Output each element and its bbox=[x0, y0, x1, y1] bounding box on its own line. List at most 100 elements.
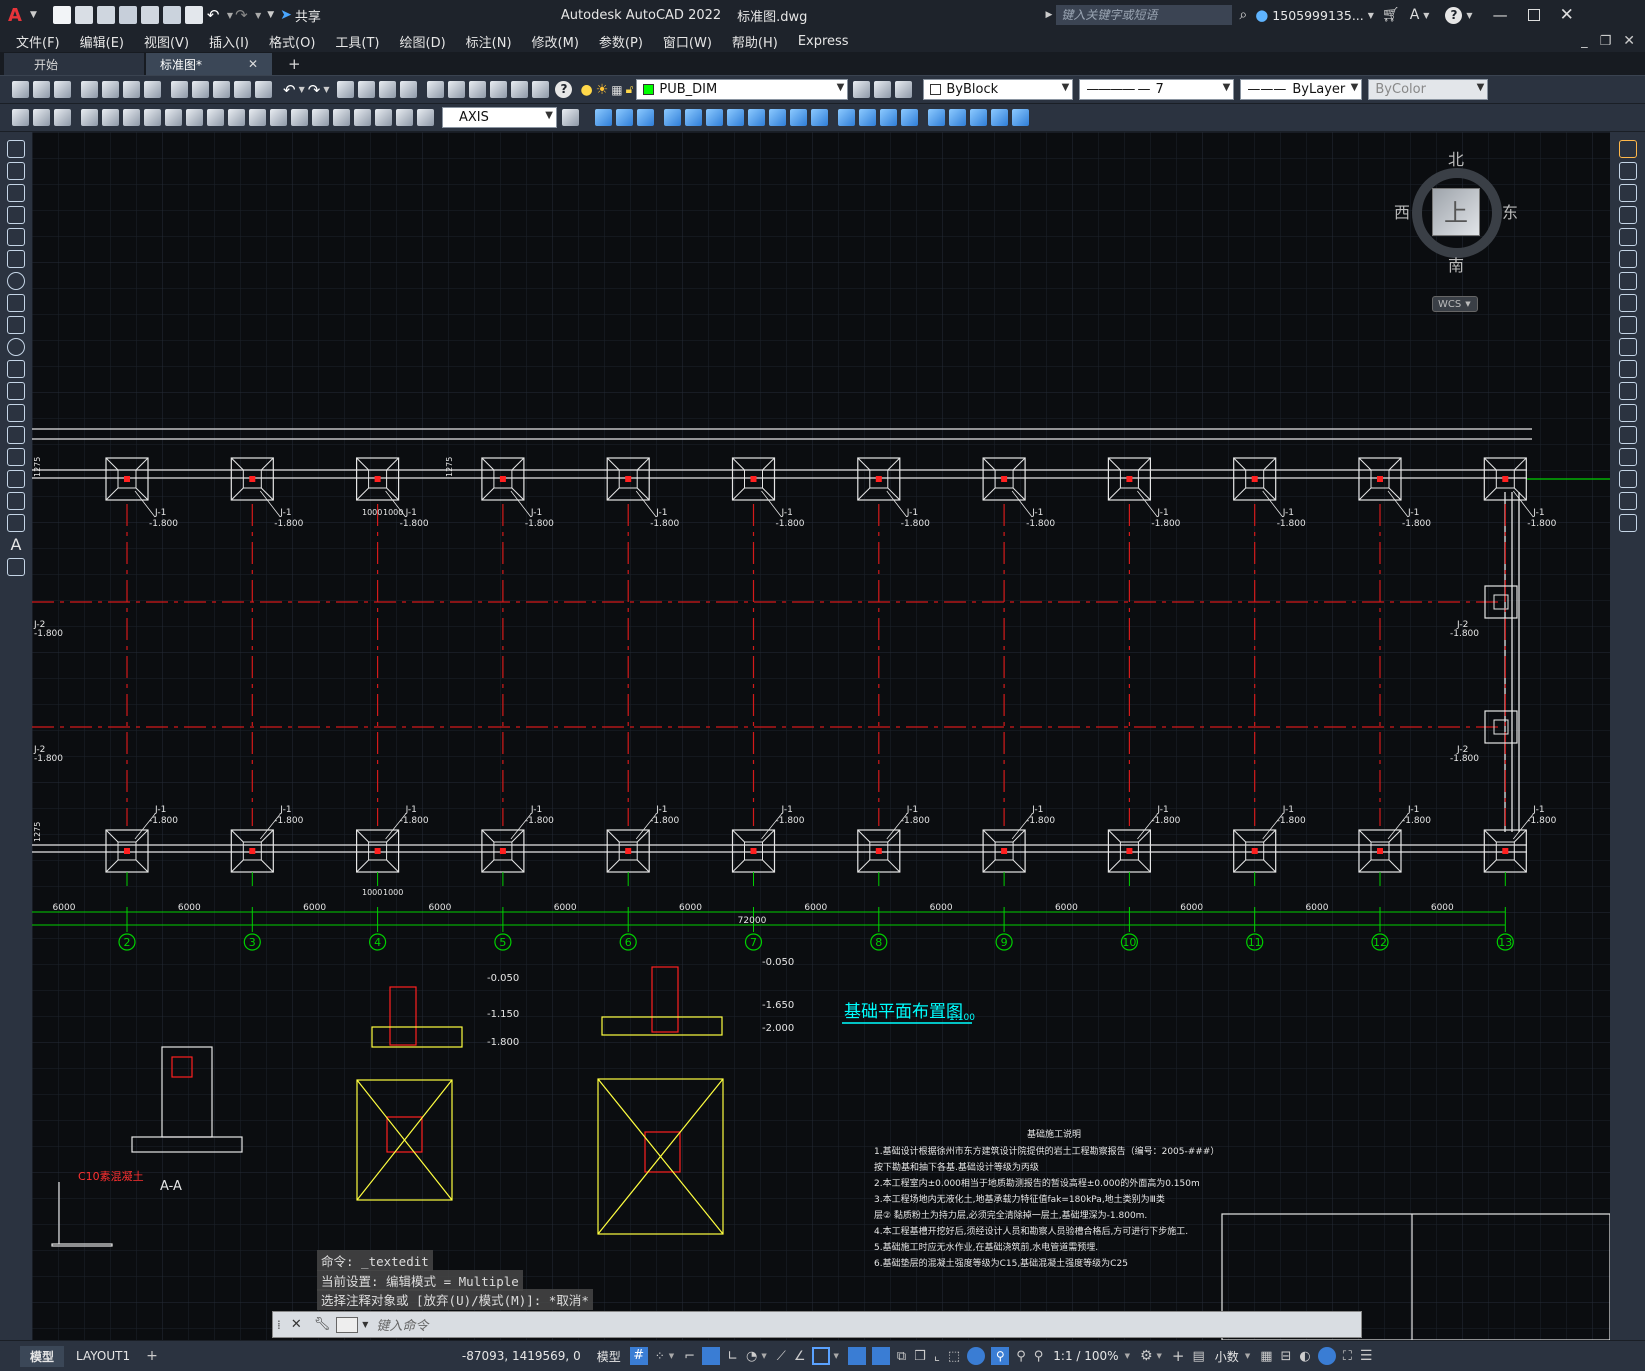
center-mark-icon[interactable] bbox=[312, 109, 329, 126]
3d-osnap-icon[interactable]: ❒ bbox=[914, 1349, 926, 1364]
tb-redo-arrow-icon[interactable]: ▼ bbox=[323, 85, 329, 94]
coordinates-readout[interactable]: -87093, 1419569, 0 bbox=[456, 1349, 587, 1363]
share-button[interactable]: 共享 bbox=[295, 6, 321, 25]
add-selected-icon[interactable] bbox=[7, 558, 25, 576]
publish-icon[interactable] bbox=[123, 81, 140, 98]
copy-icon[interactable] bbox=[192, 81, 209, 98]
tab-close-icon[interactable]: ✕ bbox=[248, 57, 258, 71]
ortho-toggle-icon[interactable]: ∟ bbox=[727, 1349, 738, 1364]
dim-arc-icon[interactable] bbox=[54, 109, 71, 126]
user-name[interactable]: 1505999135... bbox=[1272, 8, 1363, 23]
help-arrow-icon[interactable]: ▼ bbox=[1466, 11, 1472, 20]
close-icon[interactable]: ✕ bbox=[1560, 5, 1574, 25]
revcloud-icon[interactable] bbox=[7, 294, 25, 312]
menu-modify[interactable]: 修改(M) bbox=[522, 32, 589, 51]
copy-object-icon[interactable] bbox=[1618, 162, 1637, 180]
open-file-icon[interactable] bbox=[33, 81, 50, 98]
break-icon[interactable] bbox=[1618, 404, 1637, 422]
viewcube-east[interactable]: 东 bbox=[1502, 199, 1518, 223]
saveas-icon[interactable] bbox=[118, 6, 137, 24]
3d-print-icon[interactable] bbox=[144, 81, 161, 98]
search-icon[interactable]: ⌕ bbox=[1239, 7, 1247, 23]
dim-aligned-icon[interactable] bbox=[33, 109, 50, 126]
dim-space-icon[interactable] bbox=[249, 109, 266, 126]
ellipse-arc-icon[interactable] bbox=[7, 360, 25, 378]
layer-sun-icon[interactable]: ☀ bbox=[596, 82, 609, 98]
dim-baseline-icon[interactable] bbox=[207, 109, 224, 126]
inspection-icon[interactable] bbox=[333, 109, 350, 126]
snap-arrow-icon[interactable]: ▼ bbox=[669, 1352, 674, 1360]
web-mobile-icon[interactable] bbox=[140, 6, 159, 24]
gizmo-icon[interactable] bbox=[967, 1347, 986, 1365]
tb-undo-arrow-icon[interactable]: ▼ bbox=[299, 85, 305, 94]
layer-states-icon[interactable] bbox=[895, 81, 913, 98]
new-icon[interactable] bbox=[52, 6, 71, 24]
dim-ordinate-icon[interactable] bbox=[81, 109, 98, 126]
annotation-visibility-icon[interactable]: ⚲ bbox=[991, 1347, 1010, 1365]
polar-arrow-icon[interactable]: ▼ bbox=[761, 1352, 766, 1360]
cart-icon[interactable]: 🛒︎ bbox=[1382, 7, 1400, 23]
polar-toggle-icon[interactable]: ◔ bbox=[746, 1349, 757, 1364]
point-icon[interactable] bbox=[7, 426, 25, 444]
annotation-scale[interactable]: 1:1 / 100% bbox=[1047, 1349, 1124, 1363]
mtext-icon[interactable]: A bbox=[0, 535, 32, 554]
fillet-icon[interactable] bbox=[1618, 470, 1637, 488]
erase-icon[interactable] bbox=[1618, 140, 1637, 158]
scale-icon[interactable] bbox=[1618, 294, 1637, 312]
region-icon[interactable] bbox=[7, 492, 25, 510]
layer-dropdown[interactable]: PUB_DIM ▼ bbox=[636, 79, 849, 100]
open-icon[interactable] bbox=[74, 6, 93, 24]
modify-break-icon[interactable] bbox=[811, 109, 828, 126]
menu-view[interactable]: 视图(V) bbox=[134, 32, 199, 51]
polygon-icon[interactable] bbox=[7, 206, 25, 224]
redo-arrow-icon[interactable]: ▼ bbox=[255, 11, 261, 20]
zoom-window-icon[interactable] bbox=[379, 81, 397, 98]
workspace-arrow-icon[interactable]: ▼ bbox=[1157, 1352, 1162, 1360]
clean-screen-icon[interactable]: ⛶ bbox=[1343, 1349, 1352, 1364]
dimstyle-dropdown[interactable]: AXIS ▼ bbox=[442, 107, 557, 128]
print-preview-icon[interactable] bbox=[102, 81, 119, 98]
quick-properties-icon[interactable]: ▦ bbox=[1260, 1349, 1272, 1364]
pan-icon[interactable] bbox=[337, 81, 355, 98]
isolate-objects-icon[interactable]: ◐ bbox=[1299, 1349, 1310, 1364]
gradient-icon[interactable] bbox=[7, 470, 25, 488]
snap-toggle-icon[interactable]: ⁘ bbox=[655, 1349, 665, 1363]
user-arrow-icon[interactable]: ▼ bbox=[1368, 11, 1374, 20]
jogged-linear-icon[interactable] bbox=[354, 109, 371, 126]
tab-start[interactable]: 开始 bbox=[4, 53, 144, 75]
autoscale-icon[interactable]: ⚲ bbox=[1016, 1349, 1026, 1364]
tool-palettes-icon[interactable] bbox=[469, 81, 487, 98]
menu-window[interactable]: 窗口(W) bbox=[653, 32, 722, 51]
trim-icon[interactable] bbox=[1618, 338, 1637, 356]
arc-icon[interactable] bbox=[7, 250, 25, 268]
rectangle-icon[interactable] bbox=[7, 228, 25, 246]
xline-icon[interactable] bbox=[7, 162, 25, 180]
modify-chamfer-icon[interactable] bbox=[838, 109, 855, 126]
command-grip-icon[interactable]: ⁞ bbox=[277, 1318, 281, 1332]
modify-join-icon[interactable] bbox=[901, 109, 918, 126]
lock-ui-icon[interactable]: ⊟ bbox=[1281, 1349, 1292, 1364]
command-close-icon[interactable]: ✕ bbox=[291, 1317, 302, 1332]
paste-icon[interactable] bbox=[213, 81, 230, 98]
modify-rotate-icon[interactable] bbox=[706, 109, 723, 126]
lineweight-toggle-icon[interactable] bbox=[847, 1347, 866, 1365]
zoom-previous-icon[interactable] bbox=[400, 81, 418, 98]
command-line[interactable]: ⁞ ✕ 🔧︎ ▼ 键入命令 bbox=[272, 1311, 1362, 1338]
undo-arrow-icon[interactable]: ▼ bbox=[227, 11, 233, 20]
match-prop-icon[interactable] bbox=[234, 81, 251, 98]
annotation-monitor-icon[interactable]: + bbox=[1172, 1347, 1185, 1365]
menu-insert[interactable]: 插入(I) bbox=[199, 32, 259, 51]
workspace-gear-icon[interactable]: ⚙ bbox=[1140, 1348, 1153, 1364]
viewcube-west[interactable]: 西 bbox=[1394, 199, 1410, 223]
search-input[interactable]: 键入关键字或短语 bbox=[1056, 5, 1233, 25]
share-icon[interactable]: ➤ bbox=[280, 7, 292, 23]
new-tab-button[interactable]: + bbox=[274, 53, 315, 75]
connect-arrow-icon[interactable]: ▼ bbox=[1423, 11, 1429, 20]
block-edit-icon[interactable] bbox=[255, 81, 272, 98]
dynamic-ucs-icon[interactable]: ⌞ bbox=[934, 1349, 940, 1364]
menu-tools[interactable]: 工具(T) bbox=[325, 32, 389, 51]
modify-explode-icon[interactable] bbox=[880, 109, 897, 126]
break-point-icon[interactable] bbox=[1618, 382, 1637, 400]
color-dropdown[interactable]: ByBlock ▼ bbox=[923, 79, 1074, 100]
menu-draw[interactable]: 绘图(D) bbox=[390, 32, 456, 51]
